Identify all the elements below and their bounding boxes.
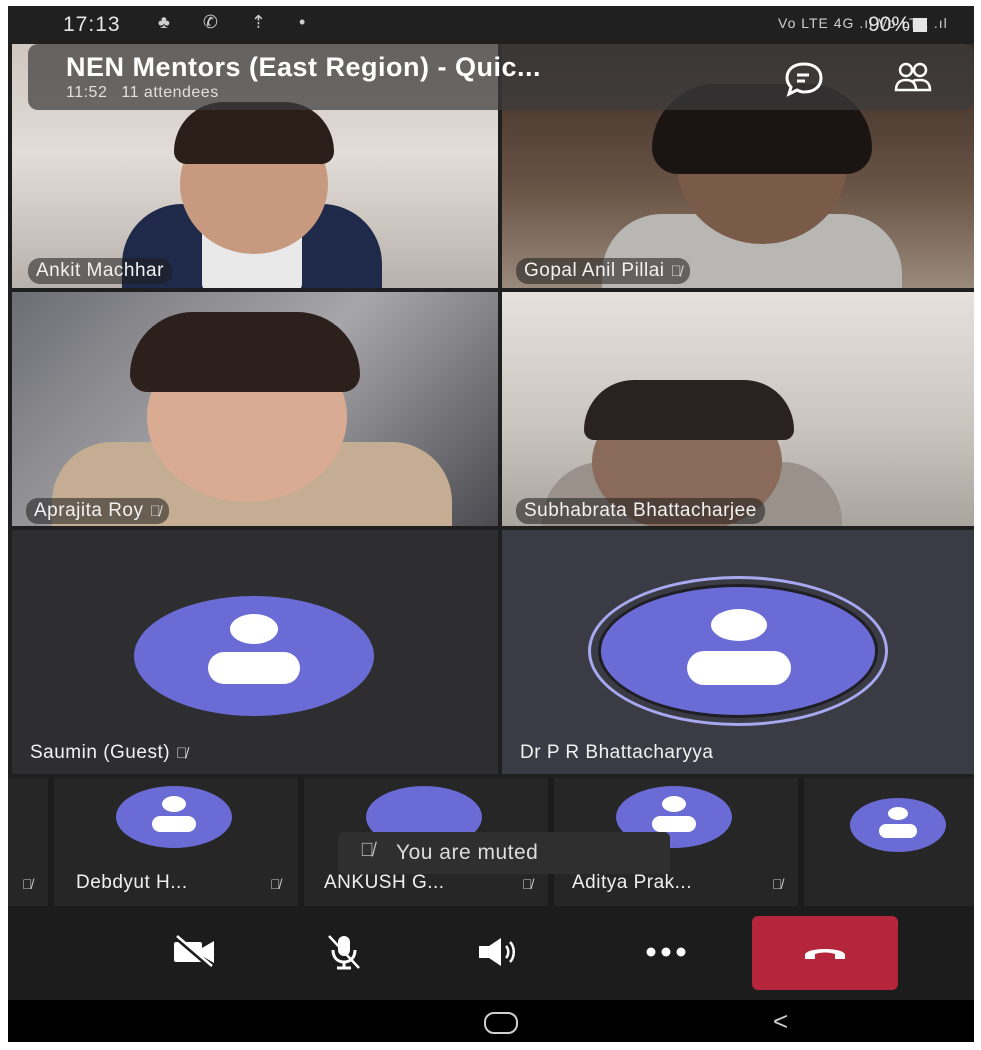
participant-name-text: Gopal Anil Pillai (524, 260, 665, 281)
participant-name: Gopal Anil Pillai 🎙̸ (516, 258, 691, 284)
participant-name-text: Saumin (Guest) (30, 742, 171, 763)
android-nav-bar: < (8, 1000, 974, 1042)
notification-icons: ♣ ✆ ⇡ • (158, 12, 320, 32)
participant-hair (130, 312, 360, 392)
video-tile-dr-bhattacharyya[interactable]: Dr P R Bhattacharyya (502, 530, 974, 774)
status-time: 17:13 (63, 13, 121, 36)
participant-name: Dr P R Bhattacharyya (512, 740, 721, 766)
mic-off-icon: 🎙̸ (270, 876, 281, 892)
avatar (598, 584, 878, 718)
video-tile-saumin[interactable]: Saumin (Guest) 🎙̸ (12, 530, 498, 774)
avatar-head-icon (162, 796, 186, 812)
video-tile-subhabrata[interactable]: Subhabrata Bhattacharjee (502, 292, 974, 526)
chat-icon (785, 62, 823, 97)
participant-name: Aditya Prak... (572, 872, 692, 893)
participant-hair (584, 380, 794, 440)
mic-off-icon: 🎙̸ (670, 263, 683, 280)
avatar-head-icon (230, 614, 278, 644)
strip-tile-partial-right[interactable] (804, 778, 974, 906)
participant-hair (174, 102, 334, 164)
muted-toast: 🎙̸ You are muted (338, 832, 670, 874)
avatar-body-icon (208, 652, 300, 684)
speaker-button[interactable] (462, 922, 534, 982)
camera-toggle-button[interactable] (158, 922, 230, 982)
teams-call-screen: 17:13 ♣ ✆ ⇡ • Vo LTE 4G .ıl Vo LTE .ıl 9… (8, 6, 974, 1042)
participants-button[interactable] (893, 60, 933, 98)
participant-name-text: Subhabrata Bhattacharjee (524, 500, 757, 521)
avatar-head-icon (662, 796, 686, 812)
participant-name: Saumin (Guest) 🎙̸ (22, 740, 196, 766)
status-bar: 17:13 ♣ ✆ ⇡ • Vo LTE 4G .ıl Vo LTE .ıl 9… (8, 6, 974, 44)
participant-name: Ankit Machhar (28, 258, 172, 284)
mic-off-icon: 🎙̸ (149, 503, 162, 520)
chat-button[interactable] (783, 60, 825, 98)
people-icon (894, 62, 932, 92)
mic-off-icon (328, 935, 360, 970)
home-button[interactable] (484, 1012, 518, 1034)
hangup-icon (805, 949, 845, 959)
more-icon (646, 947, 686, 957)
mic-off-icon: 🎙̸ (176, 745, 188, 762)
participant-name: Debdyut H... (76, 872, 188, 893)
mic-off-icon: 🎙̸ (360, 840, 375, 861)
avatar (116, 786, 232, 848)
mic-off-icon: 🎙̸ (22, 876, 33, 892)
more-options-button[interactable] (630, 922, 702, 982)
battery-level: 90% (868, 13, 911, 36)
avatar-body-icon (879, 824, 917, 838)
meeting-title: NEN Mentors (East Region) - Quic... (66, 52, 542, 82)
back-button[interactable]: < (773, 1006, 788, 1037)
strip-tile-debdyut[interactable]: Debdyut H... 🎙̸ (54, 778, 298, 906)
mic-off-icon: 🎙̸ (522, 876, 533, 892)
toast-text: You are muted (396, 841, 539, 864)
mic-toggle-button[interactable] (308, 922, 380, 982)
participant-name-text: Aprajita Roy (34, 500, 144, 521)
avatar-body-icon (652, 816, 696, 832)
avatar-body-icon (687, 651, 791, 685)
battery-icon (913, 18, 928, 33)
camera-off-icon (174, 935, 214, 969)
avatar-head-icon (888, 807, 908, 820)
avatar (850, 798, 946, 852)
avatar-head-icon (711, 609, 767, 641)
participant-name: Subhabrata Bhattacharjee (516, 498, 765, 524)
call-controls (8, 906, 974, 1000)
speaker-icon (479, 938, 515, 966)
avatar-body-icon (152, 816, 196, 832)
video-tile-aprajita[interactable]: Aprajita Roy 🎙̸ (12, 292, 498, 526)
participant-name: Aprajita Roy 🎙̸ (26, 498, 170, 524)
participant-name: ANKUSH G... (324, 872, 445, 893)
meeting-header: NEN Mentors (East Region) - Quic... 11:5… (28, 44, 974, 110)
avatar (134, 596, 374, 716)
meeting-attendees: 11 attendees (121, 84, 219, 101)
hang-up-button[interactable] (752, 916, 898, 990)
meeting-subtitle: 11:52 11 attendees (66, 84, 233, 102)
meeting-duration: 11:52 (66, 84, 108, 101)
battery-indicator: 90% (868, 13, 928, 37)
participant-name-text: Ankit Machhar (36, 260, 164, 281)
mic-off-icon: 🎙̸ (772, 876, 783, 892)
strip-tile-partial[interactable]: 🎙̸ (8, 778, 48, 906)
participant-name-text: Dr P R Bhattacharyya (520, 742, 714, 763)
